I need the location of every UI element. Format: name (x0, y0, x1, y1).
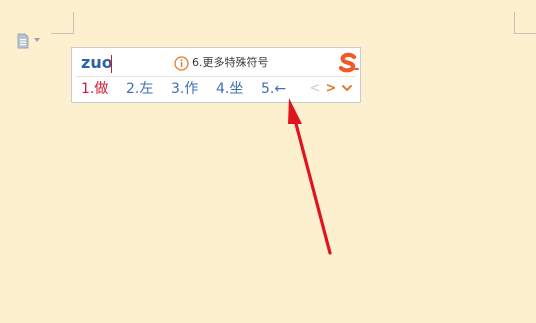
chevron-down-icon (342, 85, 352, 91)
chevron-left-icon[interactable]: < (308, 80, 322, 98)
candidate-1[interactable]: 1.做 (81, 79, 108, 99)
candidate-2[interactable]: 2.左 (126, 79, 153, 99)
sogou-logo-icon[interactable] (335, 50, 361, 76)
ime-tip-text: 6.更多特殊符号 (192, 56, 269, 69)
candidate-5[interactable]: 5.← (261, 79, 286, 99)
text-cursor (111, 55, 112, 73)
ime-candidate-window: zuo 6.更多特殊符号 1.做 2.左 3.作 4.坐 5.← < > (71, 47, 361, 103)
info-icon (174, 55, 189, 71)
crop-mark-top-left-vertical (73, 12, 74, 34)
crop-mark-top-right-vertical (514, 12, 515, 34)
paragraph-options-icon[interactable] (15, 33, 31, 49)
crop-mark-top-left-horizontal (51, 33, 73, 34)
chevron-down-icon[interactable] (34, 38, 40, 42)
expand-candidates-icon[interactable] (340, 80, 354, 98)
chevron-right-icon[interactable]: > (324, 80, 338, 98)
ime-composition-text: zuo (81, 53, 113, 72)
candidate-4[interactable]: 4.坐 (216, 79, 243, 99)
candidate-3[interactable]: 3.作 (171, 79, 198, 99)
ime-divider (76, 76, 356, 77)
ime-tip[interactable]: 6.更多特殊符号 (174, 54, 269, 72)
crop-mark-top-right-horizontal (515, 33, 536, 34)
